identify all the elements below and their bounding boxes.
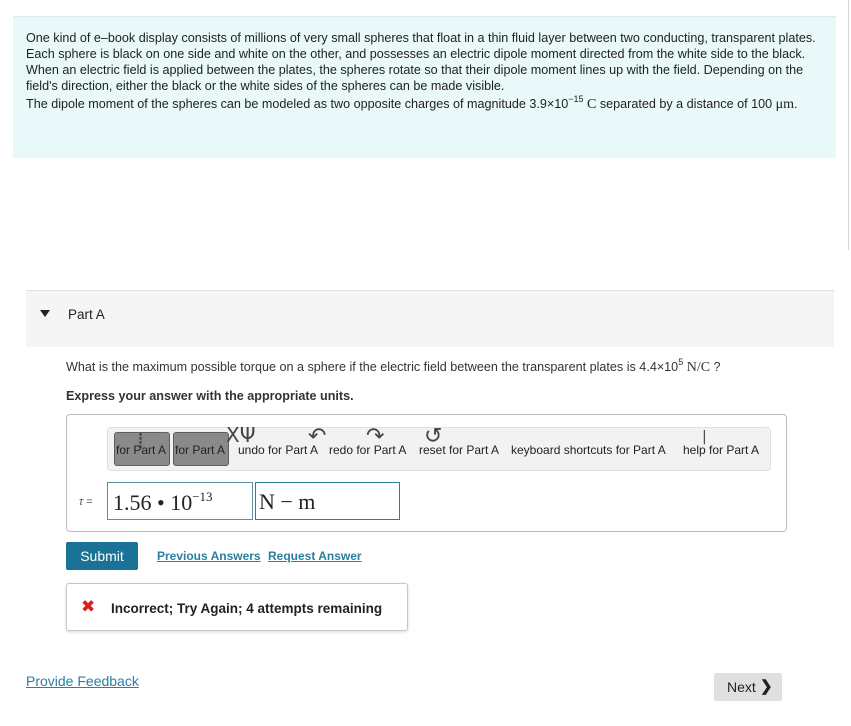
keyboard-shortcuts-button[interactable]: keyboard shortcuts for Part A — [511, 443, 666, 457]
previous-answers-link[interactable]: Previous Answers — [157, 549, 261, 563]
equals-sign: = — [86, 496, 93, 508]
charge-unit: C — [587, 97, 597, 112]
page-divider — [848, 0, 849, 250]
field-exponent: 5 — [678, 357, 684, 367]
symbols-button-label: for Part A — [175, 443, 226, 457]
separation-value: 100 — [751, 97, 773, 111]
answer-instruction: Express your answer with the appropriate… — [66, 389, 354, 403]
feedback-message: ✖ Incorrect; Try Again; 4 attempts remai… — [66, 583, 408, 631]
value-mantissa: 1.56 • 10 — [113, 490, 193, 515]
request-answer-link[interactable]: Request Answer — [268, 549, 362, 563]
dipole-charge-text: The dipole moment of the spheres can be … — [26, 97, 569, 111]
dipole-charge-exponent: −15 — [568, 94, 584, 104]
next-button[interactable]: Next ❯ — [714, 673, 782, 701]
field-unit: N/C — [686, 360, 711, 375]
intro-period: . — [794, 97, 798, 111]
answer-panel: ⁞ for Part A for Part A ΧΨ undo for Part… — [66, 414, 787, 532]
reset-icon: ↺ — [424, 424, 443, 449]
undo-button[interactable]: undo for Part A — [238, 443, 318, 457]
equation-toolbar: ⁞ for Part A for Part A ΧΨ undo for Part… — [107, 424, 771, 471]
question-text: What is the maximum possible torque on a… — [66, 357, 721, 376]
separation-unit: μm — [775, 97, 795, 112]
separation-text: separated by a distance of — [596, 97, 748, 111]
provide-feedback-link[interactable]: Provide Feedback — [26, 673, 139, 689]
tau-symbol: τ — [79, 496, 84, 508]
chevron-right-icon: ❯ — [760, 678, 773, 695]
part-a-header[interactable]: Part A — [26, 290, 834, 347]
intro-paragraph-1: One kind of e–book display consists of m… — [26, 31, 816, 93]
help-button[interactable]: help for Part A — [683, 443, 759, 457]
next-label: Next — [727, 679, 756, 695]
torque-symbol: τ = — [79, 496, 93, 508]
value-input[interactable]: 1.56 • 10−13 — [107, 482, 253, 520]
templates-button-label: for Part A — [116, 443, 167, 457]
intro-paragraph-2: The dipole moment of the spheres can be … — [26, 94, 824, 113]
value-exponent: −13 — [192, 489, 213, 504]
redo-icon: ↷ — [366, 424, 385, 449]
templates-button[interactable]: ⁞ for Part A — [114, 432, 170, 466]
problem-intro: One kind of e–book display consists of m… — [13, 16, 836, 158]
symbols-button[interactable]: for Part A — [173, 432, 229, 466]
part-title: Part A — [68, 307, 105, 322]
unit-input[interactable]: N − m — [255, 482, 400, 520]
submit-button[interactable]: Submit — [66, 542, 138, 570]
undo-icon: ↶ — [308, 424, 327, 449]
feedback-text: Incorrect; Try Again; 4 attempts remaini… — [111, 601, 383, 616]
question-body: What is the maximum possible torque on a… — [66, 360, 679, 374]
collapse-caret-icon[interactable] — [40, 310, 50, 317]
help-icon: | — [702, 429, 707, 445]
error-x-icon: ✖ — [81, 597, 96, 617]
question-mark: ? — [713, 360, 721, 374]
